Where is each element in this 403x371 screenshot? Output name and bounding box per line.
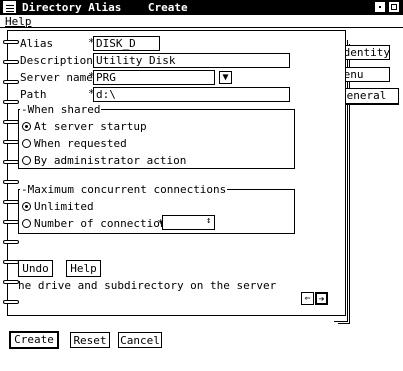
spiral-binding — [3, 160, 19, 164]
minimize-icon — [379, 6, 381, 8]
when-shared-title: -When shared — [20, 103, 102, 116]
spin-arrows-icon[interactable]: ↕ — [206, 216, 211, 226]
radio-number-of-connections[interactable] — [22, 219, 31, 228]
notebook-page: Alias * DISK_D Description Utility Disk … — [7, 30, 346, 316]
server-name-label: Server name — [20, 71, 93, 84]
server-name-field[interactable]: PRG — [93, 70, 215, 85]
alias-label: Alias — [20, 37, 54, 50]
reset-button[interactable]: Reset — [70, 332, 110, 348]
menu-help[interactable]: Help — [5, 15, 32, 28]
spiral-binding — [3, 120, 19, 124]
arrow-left-icon: ⇐ — [304, 293, 311, 304]
spiral-binding — [3, 240, 19, 244]
spiral-binding — [3, 280, 19, 284]
spiral-binding — [3, 220, 19, 224]
alias-field[interactable]: DISK_D — [93, 36, 160, 51]
spiral-binding — [3, 80, 19, 84]
maximize-button[interactable] — [388, 1, 400, 13]
next-page-button[interactable]: ➔ — [315, 292, 328, 305]
when-requested-label: When requested — [34, 137, 127, 150]
spiral-binding — [3, 260, 19, 264]
spiral-binding — [3, 40, 19, 44]
window-title: Directory Alias Create — [22, 1, 188, 14]
path-field[interactable]: d:\ — [93, 87, 290, 102]
radio-when-requested[interactable] — [22, 139, 31, 148]
chevron-down-icon: ▼ — [222, 72, 229, 83]
description-label: Description — [20, 54, 93, 67]
arrow-right-icon: ➔ — [318, 294, 325, 305]
spiral-binding — [3, 60, 19, 64]
maximize-icon — [391, 4, 397, 10]
spiral-binding — [3, 200, 19, 204]
minimize-button[interactable] — [374, 1, 386, 13]
system-menu-icon[interactable] — [3, 1, 16, 13]
spiral-binding — [3, 140, 19, 144]
spiral-binding — [3, 180, 19, 184]
create-button[interactable]: Create — [9, 331, 59, 349]
title-bar: Directory Alias Create — [0, 0, 403, 15]
number-of-connections-label: Number of connections — [34, 217, 174, 230]
path-label: Path — [20, 88, 47, 101]
radio-at-startup[interactable] — [22, 122, 31, 131]
spiral-binding — [3, 100, 19, 104]
radio-by-admin[interactable] — [22, 156, 31, 165]
at-startup-label: At server startup — [34, 120, 147, 133]
help-button[interactable]: Help — [66, 260, 101, 277]
server-dropdown-button[interactable]: ▼ — [219, 71, 232, 84]
undo-button[interactable]: Undo — [18, 260, 53, 277]
by-admin-label: By administrator action — [34, 154, 187, 167]
cancel-button[interactable]: Cancel — [118, 332, 162, 348]
spiral-binding — [3, 300, 19, 304]
menu-bar: Help — [0, 15, 403, 28]
description-field[interactable]: Utility Disk — [93, 53, 290, 68]
unlimited-label: Unlimited — [34, 200, 94, 213]
max-connections-title: -Maximum concurrent connections — [20, 183, 228, 196]
previous-page-button[interactable]: ⇐ — [301, 292, 314, 305]
status-text: he drive and subdirectory on the server — [18, 279, 277, 292]
radio-unlimited[interactable] — [22, 202, 31, 211]
